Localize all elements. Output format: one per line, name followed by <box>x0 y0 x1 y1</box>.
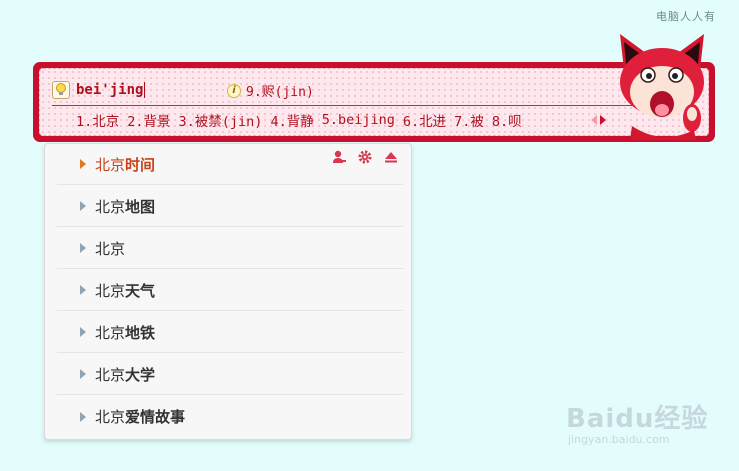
ime-inner: bei'jing i 9.赆(jin) 1.北京 2.背景 3.被禁(jin) … <box>39 68 709 136</box>
composition-text[interactable]: bei'jing <box>76 82 146 98</box>
suggestion-suffix: 时间 <box>125 155 156 174</box>
candidate-3[interactable]: 3.被禁(jin) <box>179 110 263 130</box>
lightbulb-icon[interactable] <box>52 81 70 99</box>
arrow-right-icon <box>80 285 86 295</box>
suggestion-text: 北京天气 <box>95 280 155 301</box>
suggestion-prefix: 北京 <box>95 155 126 174</box>
suggestion-item-6[interactable]: 北京大学 <box>57 354 403 395</box>
composition-row: bei'jing i 9.赆(jin) <box>52 79 628 101</box>
suggestion-prefix: 北京 <box>95 323 126 342</box>
suggestion-text: 北京爱情故事 <box>95 406 185 427</box>
arrow-right-icon <box>80 369 86 379</box>
candidate-2[interactable]: 2.背景 <box>127 110 170 130</box>
suggestion-prefix: 北京 <box>95 239 126 258</box>
baidu-watermark: Baidu经验 jingyan.baidu.com <box>566 398 708 446</box>
suggestion-suffix: 爱情故事 <box>125 408 186 426</box>
suggestion-item-3[interactable]: 北京 <box>57 228 403 269</box>
suggestion-item-7[interactable]: 北京爱情故事 <box>57 396 403 437</box>
arrow-right-icon <box>80 411 86 422</box>
hint-candidate[interactable]: i 9.赆(jin) <box>227 81 314 100</box>
next-page-icon[interactable] <box>600 115 606 125</box>
suggestion-suffix: 地铁 <box>125 323 156 342</box>
suggestion-text: 北京大学 <box>95 364 155 385</box>
suggestion-text: 北京地铁 <box>95 322 155 343</box>
suggestion-item-2[interactable]: 北京地图 <box>57 186 403 227</box>
suggestion-item-5[interactable]: 北京地铁 <box>57 312 403 353</box>
suggestion-item-1[interactable]: 北京时间 <box>57 144 403 185</box>
suggestion-suffix: 天气 <box>125 281 156 300</box>
arrow-right-icon <box>80 243 86 253</box>
text-caret <box>144 82 146 98</box>
suggestion-prefix: 北京 <box>95 365 126 384</box>
arrow-right-icon <box>80 159 86 169</box>
prev-page-icon[interactable] <box>591 115 597 125</box>
candidate-1[interactable]: 1.北京 <box>76 110 119 130</box>
suggestion-dropdown: 北京时间 北京地图 北京 北京天气 北京地铁 北京大学 北京爱情故事 <box>44 143 412 440</box>
info-icon: i <box>227 83 241 98</box>
suggestion-text: 北京地图 <box>95 196 155 217</box>
hint-text: 9.赆(jin) <box>246 85 314 100</box>
watermark-top-right: 电脑人人有 <box>656 10 716 23</box>
candidate-8[interactable]: 8.呗 <box>492 110 522 130</box>
candidate-6[interactable]: 6.北进 <box>403 110 446 130</box>
arrow-right-icon <box>80 201 86 211</box>
separator-line <box>52 105 638 106</box>
arrow-right-icon <box>80 327 86 337</box>
candidate-row: 1.北京 2.背景 3.被禁(jin) 4.背静 5.beijing 6.北进 … <box>76 109 530 131</box>
suggestion-text: 北京时间 <box>95 154 155 175</box>
suggestion-suffix: 地图 <box>125 197 156 216</box>
suggestion-item-4[interactable]: 北京天气 <box>57 270 403 311</box>
suggestion-prefix: 北京 <box>95 281 126 300</box>
composition-value: bei'jing <box>76 82 144 98</box>
suggestion-prefix: 北京 <box>95 197 126 216</box>
candidate-5[interactable]: 5.beijing <box>322 112 395 128</box>
candidate-7[interactable]: 7.被 <box>454 110 484 130</box>
mascot-icon <box>620 34 704 140</box>
candidate-4[interactable]: 4.背静 <box>270 110 313 130</box>
suggestion-text: 北京 <box>95 238 125 259</box>
page-arrows <box>591 115 606 125</box>
suggestion-suffix: 大学 <box>125 365 156 384</box>
baidu-logo: Baidu经验 <box>566 404 709 434</box>
suggestion-prefix: 北京 <box>95 408 126 426</box>
